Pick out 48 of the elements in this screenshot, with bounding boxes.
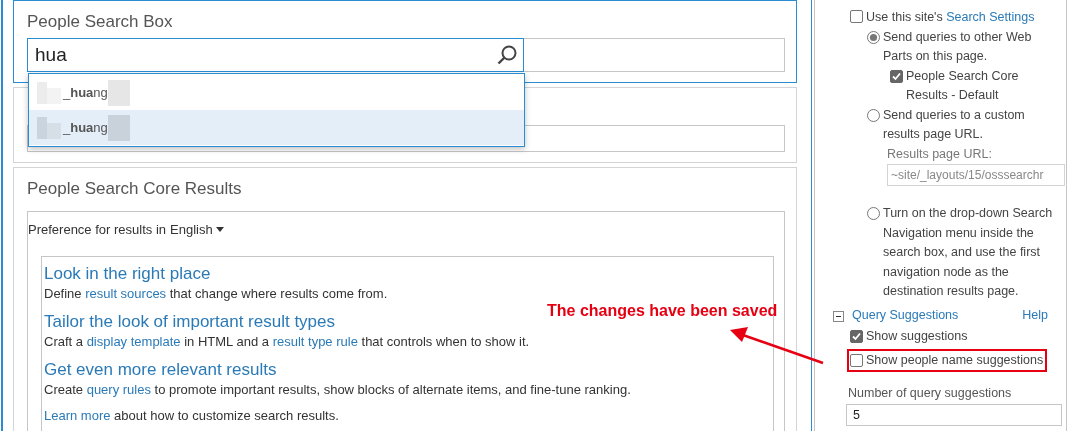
preference-label: Preference for results in (28, 222, 166, 237)
suggestion-text: _huang (63, 85, 108, 100)
search-icon[interactable] (496, 44, 518, 66)
tip-heading[interactable]: Look in the right place (44, 263, 211, 285)
text-link[interactable]: display template (86, 334, 181, 349)
text-link[interactable]: query rules (86, 382, 151, 397)
redaction-patch (107, 79, 130, 106)
learn-more-link[interactable]: Learn more (44, 408, 111, 423)
checkbox[interactable] (850, 330, 863, 344)
annotation-text: The changes have been saved (547, 302, 778, 320)
tip-text: Define result sources that change where results come from. (44, 285, 389, 303)
radio-label: Send queries to a custom results page URL. (883, 106, 1026, 143)
search-settings-link[interactable]: Search Settings (946, 10, 1035, 24)
radio-button[interactable] (867, 207, 880, 220)
redaction-patch (37, 116, 63, 139)
checkbox-label: Use this site's Search Settings (866, 10, 1035, 24)
section-title[interactable]: Query Suggestions (852, 305, 959, 325)
radio-button[interactable] (867, 30, 880, 44)
redaction-patch (107, 114, 130, 141)
tip-text: Craft a display template in HTML and a result type rule that controls when to show it. (44, 333, 531, 351)
language-dropdown[interactable]: English (170, 222, 224, 237)
checkbox[interactable] (850, 353, 863, 367)
checkbox[interactable] (850, 10, 863, 23)
tip-heading[interactable]: Get even more relevant results (44, 359, 277, 381)
tip-heading[interactable]: Tailor the look of important result types (44, 311, 336, 333)
suggestion-item[interactable]: _huang (29, 110, 524, 145)
text-link[interactable]: result sources (85, 286, 167, 301)
checkbox[interactable] (890, 69, 903, 83)
collapse-toggle[interactable] (833, 309, 844, 321)
radio-label: Send queries to other Web Parts on this page. (883, 28, 1033, 65)
tip-text: Create query rules to promote important results, show blocks of alternate items, and fine-tune ranking. (44, 381, 632, 399)
suggestion-item[interactable]: _huang (29, 75, 524, 110)
count-field[interactable]: 5 (846, 403, 1062, 426)
checkbox-label: Show people name suggestions (866, 351, 1044, 369)
help-link[interactable]: Help (1022, 305, 1048, 325)
web-part-title: People Search Box (27, 11, 173, 33)
checkbox-label: Show suggestions (866, 328, 968, 345)
field-label: Results page URL: (887, 145, 993, 163)
radio-button[interactable] (867, 108, 880, 122)
learn-more-text: Learn more about how to customize search results. (44, 407, 340, 425)
text-link[interactable]: result type rule (272, 334, 358, 349)
radio-label: Turn on the drop-down Search Navigation menu inside the search box, and use the first navigation node as the destination results page. (883, 205, 1054, 300)
field-label: Number of query suggestions (847, 385, 1013, 402)
checkbox-label: People Search Core Results - Default (906, 67, 1020, 104)
suggestion-text: _huang (63, 120, 108, 135)
caret-icon (215, 227, 224, 232)
web-part-title: People Search Core Results (27, 178, 242, 200)
search-field[interactable]: hua (27, 38, 524, 72)
